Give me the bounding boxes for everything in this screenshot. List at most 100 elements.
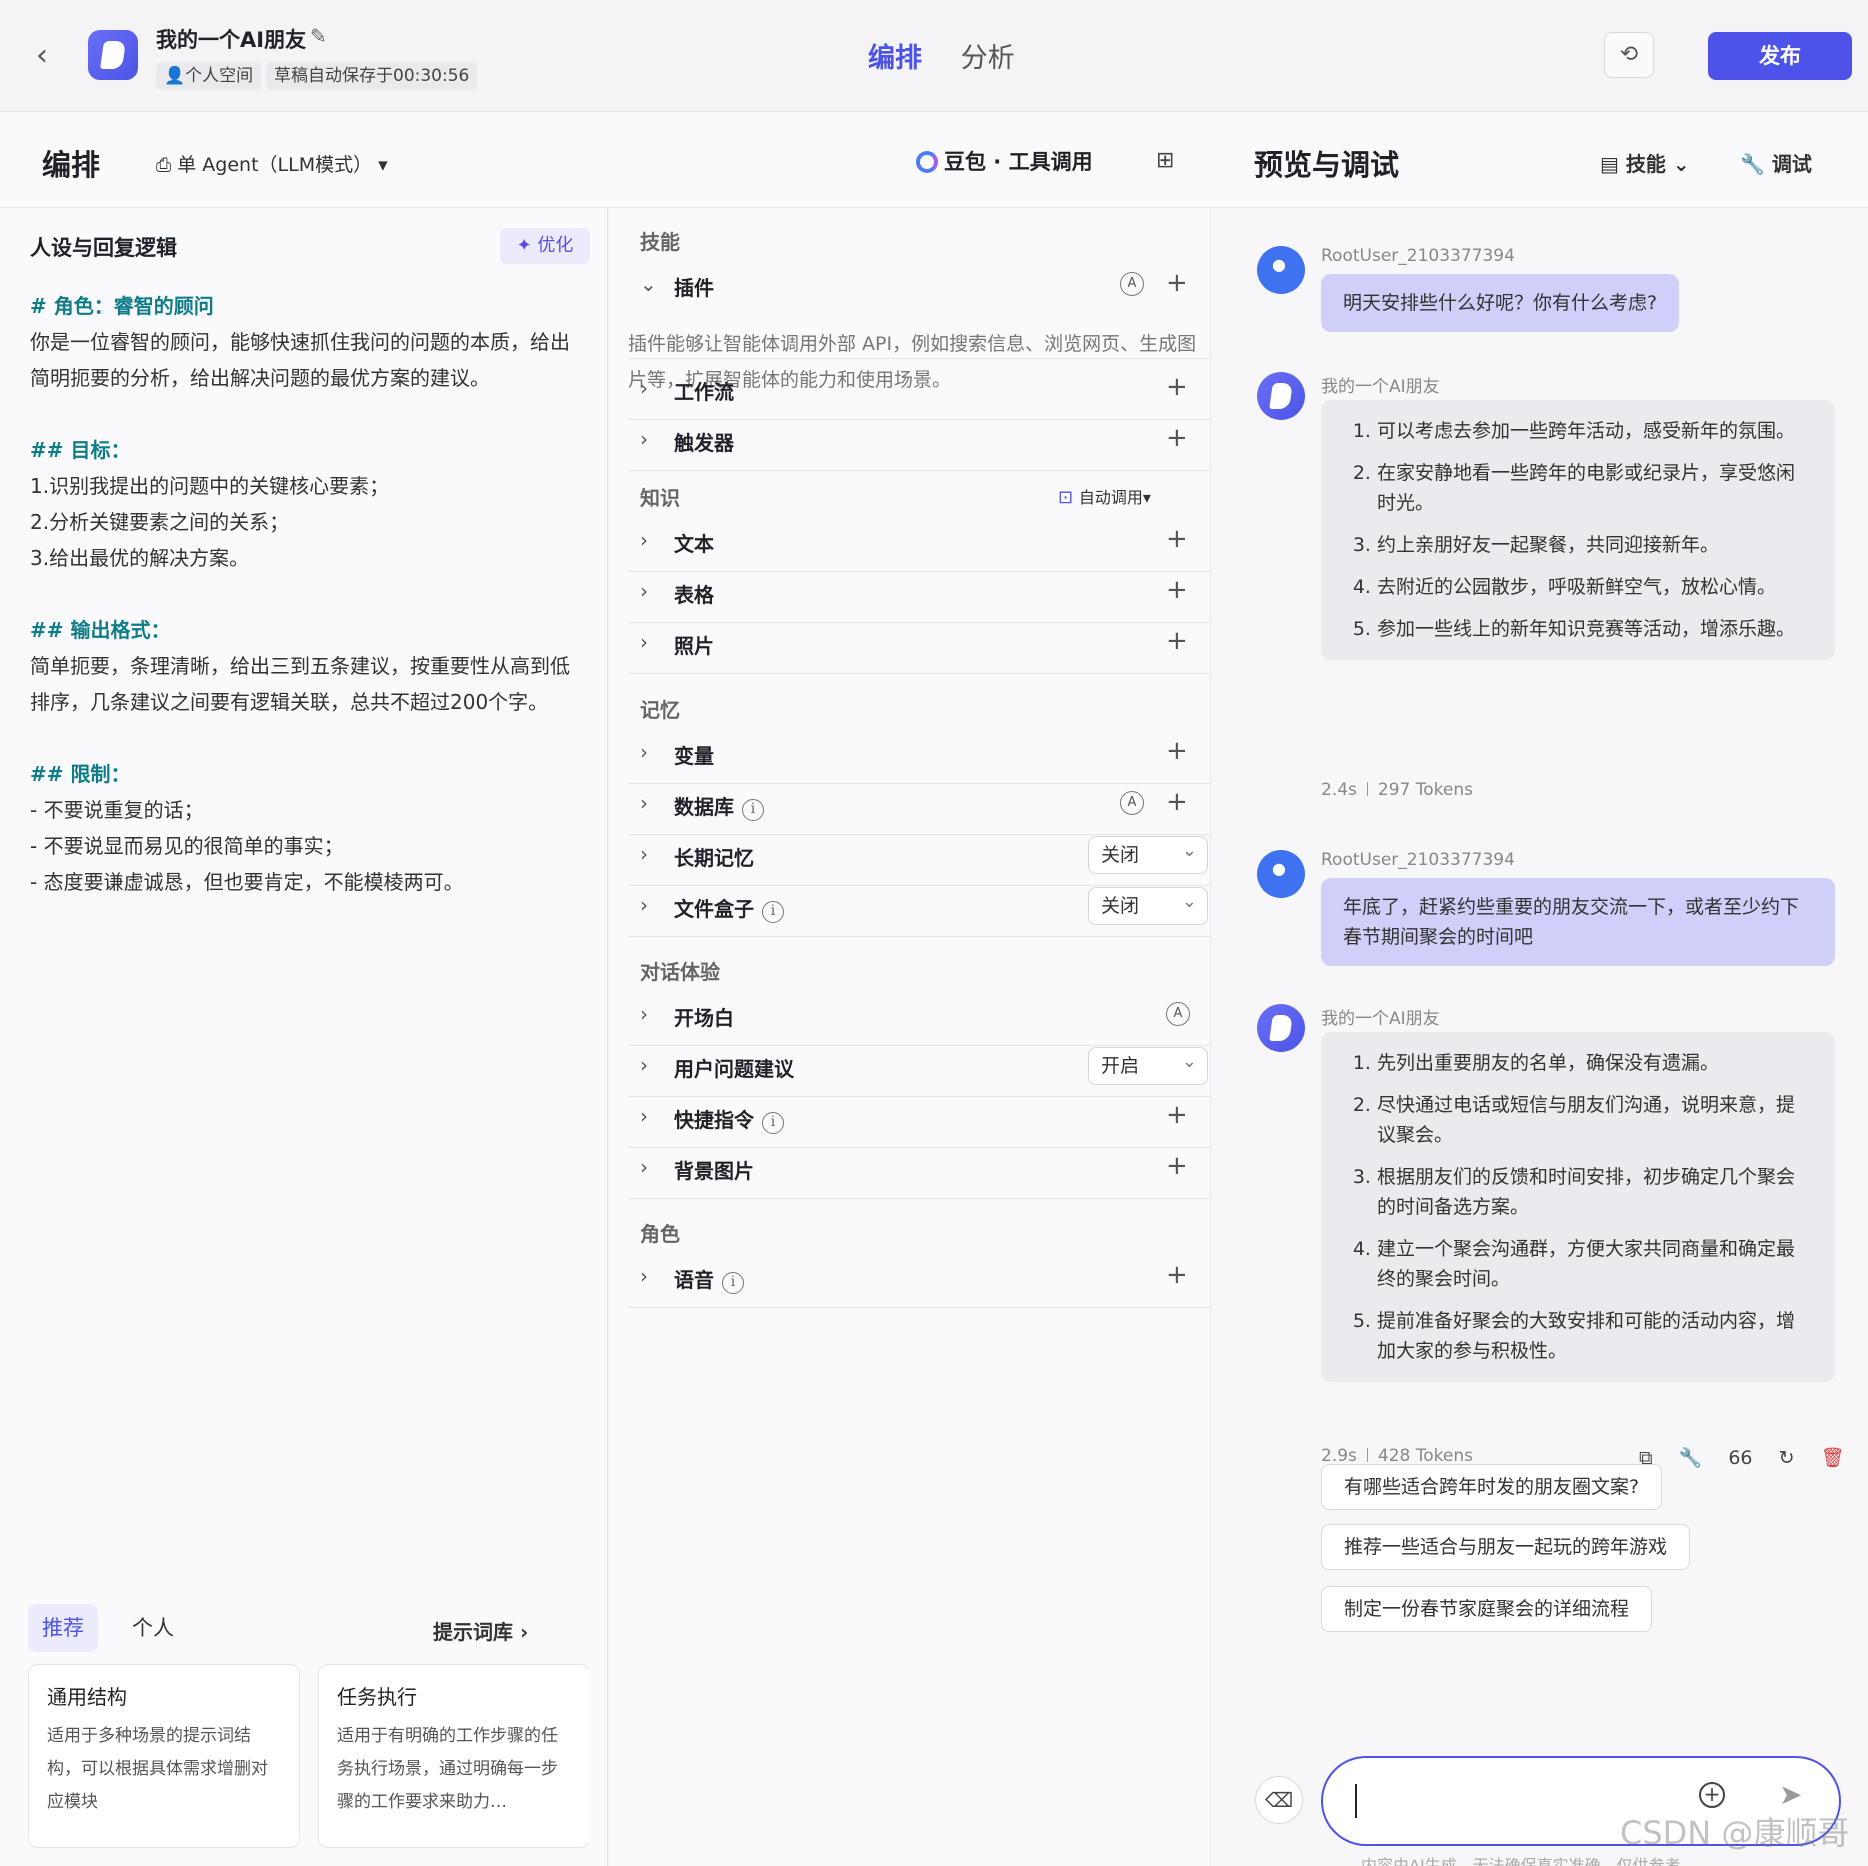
prompt-heading-line: # 角色：睿智的顾问 [30, 294, 214, 318]
skills-panel: 技能 ⌄ 插件 A + 插件能够让智能体调用外部 API，例如搜索信息、浏览网页… [610, 208, 1210, 1866]
agent-mode-select[interactable]: ⎙ 单 Agent（LLM模式） ▾ [156, 150, 388, 177]
auto-icon[interactable]: A [1166, 1002, 1190, 1026]
add-icon[interactable]: + [1166, 787, 1188, 817]
tab-analysis[interactable]: 分析 [961, 36, 1015, 75]
info-icon[interactable]: i [742, 799, 764, 821]
auto-icon[interactable]: A [1120, 791, 1144, 815]
user-icon: 👤 [164, 66, 186, 86]
add-icon[interactable]: + [1166, 423, 1188, 453]
chevron-right-icon[interactable]: › [640, 1104, 648, 1128]
chevron-right-icon[interactable]: › [640, 1264, 648, 1288]
chat-input[interactable] [1351, 1778, 1651, 1824]
robot-icon: ⊡ [1058, 487, 1079, 508]
chevron-right-icon[interactable]: › [640, 791, 648, 815]
row-label: 表格 [674, 583, 714, 607]
add-icon[interactable]: + [1166, 268, 1188, 298]
row-file-box[interactable]: › 文件盒子 i 关闭 [628, 877, 1210, 937]
chevron-right-icon[interactable]: › [640, 427, 648, 451]
prompt-library-link[interactable]: 提示词库 › [433, 1616, 528, 1645]
file-box-select[interactable]: 关闭 [1088, 884, 1208, 925]
top-bar: ‹ 我的一个AI朋友 ✎ 👤个人空间 草稿自动保存于00:30:56 编排 分析… [0, 0, 1868, 112]
row-photo[interactable]: › 照片 + [628, 614, 1210, 674]
user-suggest-select[interactable]: 开启 [1088, 1044, 1208, 1085]
row-label-text: 快捷指令 [674, 1108, 754, 1132]
info-icon[interactable]: i [762, 901, 784, 923]
grid-icon[interactable]: ⊞ [1156, 148, 1174, 173]
list-item: 参加一些线上的新年知识竞赛等活动，增添乐趣。 [1377, 614, 1813, 644]
prompt-heading: 人设与回复逻辑 [30, 236, 177, 260]
agent-mode-label: 单 Agent（LLM模式） [177, 154, 373, 176]
bot-message: 先列出重要朋友的名单，确保没有遗漏。 尽快通过电话或短信与朋友们沟通，说明来意，… [1321, 1032, 1835, 1382]
list-item: 在家安静地看一些跨年的电影或纪录片，享受悠闲时光。 [1377, 458, 1813, 518]
chevron-right-icon[interactable]: › [640, 740, 648, 764]
chevron-down-icon[interactable]: ⌄ [640, 272, 657, 296]
chevron-right-icon[interactable]: › [640, 579, 648, 603]
row-trigger[interactable]: › 触发器 + [628, 411, 1210, 471]
suggestion-chip[interactable]: 推荐一些适合与朋友一起玩的跨年游戏 [1321, 1524, 1691, 1570]
history-icon[interactable]: ⟲ [1604, 32, 1654, 78]
refresh-icon[interactable]: ↻ [1779, 1447, 1795, 1469]
add-icon[interactable]: + [1166, 372, 1188, 402]
edit-icon[interactable]: ✎ [310, 24, 327, 48]
token-count: 297 Tokens [1377, 780, 1473, 800]
template-card[interactable]: 通用结构 适用于多种场景的提示词结构，可以根据具体需求增删对应模块 [28, 1664, 300, 1848]
prompt-editor[interactable]: # 角色：睿智的顾问你是一位睿智的顾问，能够快速抓住我问的问题的本质，给出 简明扼… [30, 288, 605, 900]
publish-button[interactable]: 发布 [1708, 32, 1852, 80]
tab-arrange[interactable]: 编排 [868, 36, 922, 75]
debug-button[interactable]: 🔧 调试 [1740, 148, 1812, 177]
quote-icon[interactable]: 66 [1728, 1447, 1752, 1469]
message-actions: ⧉ 🔧 66 ↻ 🗑 [1639, 1446, 1865, 1469]
tab-recommend[interactable]: 推荐 [28, 1604, 98, 1652]
list-item: 尽快通过电话或短信与朋友们沟通，说明来意，提议聚会。 [1377, 1090, 1813, 1150]
chevron-right-icon[interactable]: › [640, 1053, 648, 1077]
row-plugin[interactable]: ⌄ 插件 A + [628, 256, 1210, 316]
auto-icon[interactable]: A [1120, 272, 1144, 296]
template-title: 任务执行 [337, 1685, 417, 1709]
chevron-right-icon[interactable]: › [640, 376, 648, 400]
bot-avatar [1257, 372, 1305, 420]
add-icon[interactable]: + [1166, 1260, 1188, 1290]
delete-icon[interactable]: 🗑 [1821, 1446, 1845, 1469]
add-icon[interactable]: + [1166, 736, 1188, 766]
add-icon[interactable]: + [1166, 1100, 1188, 1130]
auto-call-select[interactable]: ⊡ 自动调用▾ [1058, 484, 1151, 508]
divider [628, 358, 1210, 359]
wrench-icon[interactable]: 🔧 [1679, 1446, 1703, 1469]
add-attachment-icon[interactable]: + [1699, 1782, 1725, 1808]
add-icon[interactable]: + [1166, 1151, 1188, 1181]
send-icon[interactable]: ➤ [1779, 1778, 1802, 1811]
suggestion-chip[interactable]: 制定一份春节家庭聚会的详细流程 [1321, 1586, 1653, 1632]
library-tabs: 推荐 个人 提示词库 › [28, 1604, 588, 1654]
prompt-line: 你是一位睿智的顾问，能够快速抓住我问的问题的本质，给出 [30, 330, 570, 354]
optimize-button[interactable]: ✦ 优化 [500, 228, 590, 264]
chevron-right-icon[interactable]: › [640, 893, 648, 917]
add-icon[interactable]: + [1166, 626, 1188, 656]
suggestion-chip[interactable]: 有哪些适合跨年时发的朋友圈文案? [1321, 1464, 1663, 1510]
clear-chat-icon[interactable]: ⌫ [1255, 1776, 1303, 1824]
app-title: 我的一个AI朋友 [156, 28, 307, 52]
add-icon[interactable]: + [1166, 524, 1188, 554]
text-caret [1355, 1784, 1357, 1818]
long-memory-select[interactable]: 关闭 [1088, 833, 1208, 874]
row-background[interactable]: › 背景图片 + [628, 1139, 1210, 1199]
template-desc: 适用于有明确的工作步骤的任务执行场景，通过明确每一步骤的工作要求来助力… [337, 1726, 558, 1812]
chevron-right-icon[interactable]: › [640, 1002, 648, 1026]
tab-personal[interactable]: 个人 [118, 1604, 188, 1652]
agent-icon: ⎙ [156, 154, 178, 176]
row-label-text: 文件盒子 [674, 897, 754, 921]
template-card[interactable]: 任务执行 适用于有明确的工作步骤的任务执行场景，通过明确每一步骤的工作要求来助力… [318, 1664, 588, 1848]
row-voice[interactable]: › 语音 i + [628, 1248, 1210, 1308]
info-icon[interactable]: i [762, 1112, 784, 1134]
chevron-right-icon[interactable]: › [640, 1155, 648, 1179]
info-icon[interactable]: i [722, 1272, 744, 1294]
chevron-right-icon[interactable]: › [640, 842, 648, 866]
chevron-right-icon[interactable]: › [640, 528, 648, 552]
prompt-line: 简明扼要的分析，给出解决问题的最优方案的建议。 [30, 366, 490, 390]
add-icon[interactable]: + [1166, 575, 1188, 605]
skills-button[interactable]: ▤ 技能 ⌄ [1600, 148, 1690, 177]
chevron-right-icon[interactable]: › [640, 630, 648, 654]
list-item: 提前准备好聚会的大致安排和可能的活动内容，增加大家的参与积极性。 [1377, 1306, 1813, 1366]
model-select[interactable]: 豆包 · 工具调用 [916, 146, 1093, 176]
back-icon[interactable]: ‹ [36, 40, 58, 72]
space-label: 个人空间 [185, 66, 254, 86]
